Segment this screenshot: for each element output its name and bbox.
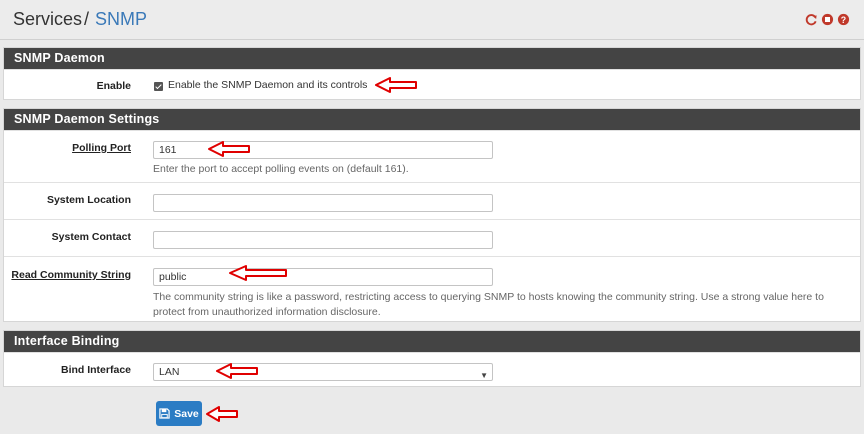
- enable-checkbox[interactable]: [154, 82, 163, 91]
- top-bar: Services / SNMP ?: [0, 0, 864, 40]
- snmp-daemon-panel: SNMP Daemon Enable Enable the SNMP Daemo…: [3, 47, 861, 100]
- svg-text:?: ?: [841, 15, 846, 25]
- help-icon[interactable]: ?: [837, 13, 850, 26]
- polling-port-label: Polling Port: [72, 142, 131, 154]
- annotation-arrow-icon: [208, 141, 250, 157]
- save-label: Save: [174, 407, 199, 420]
- breadcrumb-separator: /: [84, 9, 90, 29]
- panel-title: SNMP Daemon: [4, 48, 860, 69]
- system-location-label: System Location: [46, 194, 131, 206]
- reload-icon[interactable]: [805, 13, 818, 26]
- polling-port-row: Polling Port 161 Enter the port to accep…: [4, 130, 860, 182]
- read-community-help-line1: The community string is like a password,…: [153, 291, 824, 303]
- annotation-arrow-icon: [216, 363, 258, 379]
- read-community-label: Read Community String: [11, 269, 131, 281]
- read-community-input[interactable]: public: [153, 268, 493, 286]
- breadcrumb-current[interactable]: SNMP: [95, 9, 147, 29]
- bind-interface-value: LAN: [159, 366, 180, 378]
- annotation-arrow-icon: [206, 406, 238, 422]
- bind-interface-label: Bind Interface: [60, 364, 131, 376]
- snmp-settings-panel: SNMP Daemon Settings Polling Port 161 En…: [3, 108, 861, 322]
- breadcrumb: Services / SNMP: [13, 9, 147, 30]
- read-community-row: Read Community String public The communi…: [4, 256, 860, 322]
- polling-port-input[interactable]: 161: [153, 141, 493, 159]
- floppy-disk-icon: [159, 408, 170, 419]
- read-community-help-line2: protect from unauthorized information di…: [153, 306, 381, 318]
- enable-checkbox-label[interactable]: Enable the SNMP Daemon and its controls: [168, 79, 367, 91]
- annotation-arrow-icon: [375, 77, 417, 93]
- bind-interface-row: Bind Interface LAN ▼: [4, 352, 860, 387]
- enable-label: Enable: [96, 80, 131, 92]
- interface-binding-panel: Interface Binding Bind Interface LAN ▼: [3, 330, 861, 387]
- annotation-arrow-icon: [229, 265, 287, 281]
- polling-port-help: Enter the port to accept polling events …: [153, 163, 409, 175]
- breadcrumb-parent[interactable]: Services: [13, 9, 82, 29]
- caret-down-icon: ▼: [480, 371, 488, 380]
- system-location-row: System Location: [4, 182, 860, 219]
- save-button[interactable]: Save: [156, 401, 202, 426]
- header-icons: ?: [805, 13, 850, 26]
- system-contact-input[interactable]: [153, 231, 493, 249]
- stop-icon[interactable]: [821, 13, 834, 26]
- enable-row: Enable Enable the SNMP Daemon and its co…: [4, 69, 860, 100]
- panel-title: Interface Binding: [4, 331, 860, 352]
- system-contact-row: System Contact: [4, 219, 860, 256]
- system-location-input[interactable]: [153, 194, 493, 212]
- panel-title: SNMP Daemon Settings: [4, 109, 860, 130]
- bind-interface-select[interactable]: LAN ▼: [153, 363, 493, 381]
- system-contact-label: System Contact: [51, 231, 131, 243]
